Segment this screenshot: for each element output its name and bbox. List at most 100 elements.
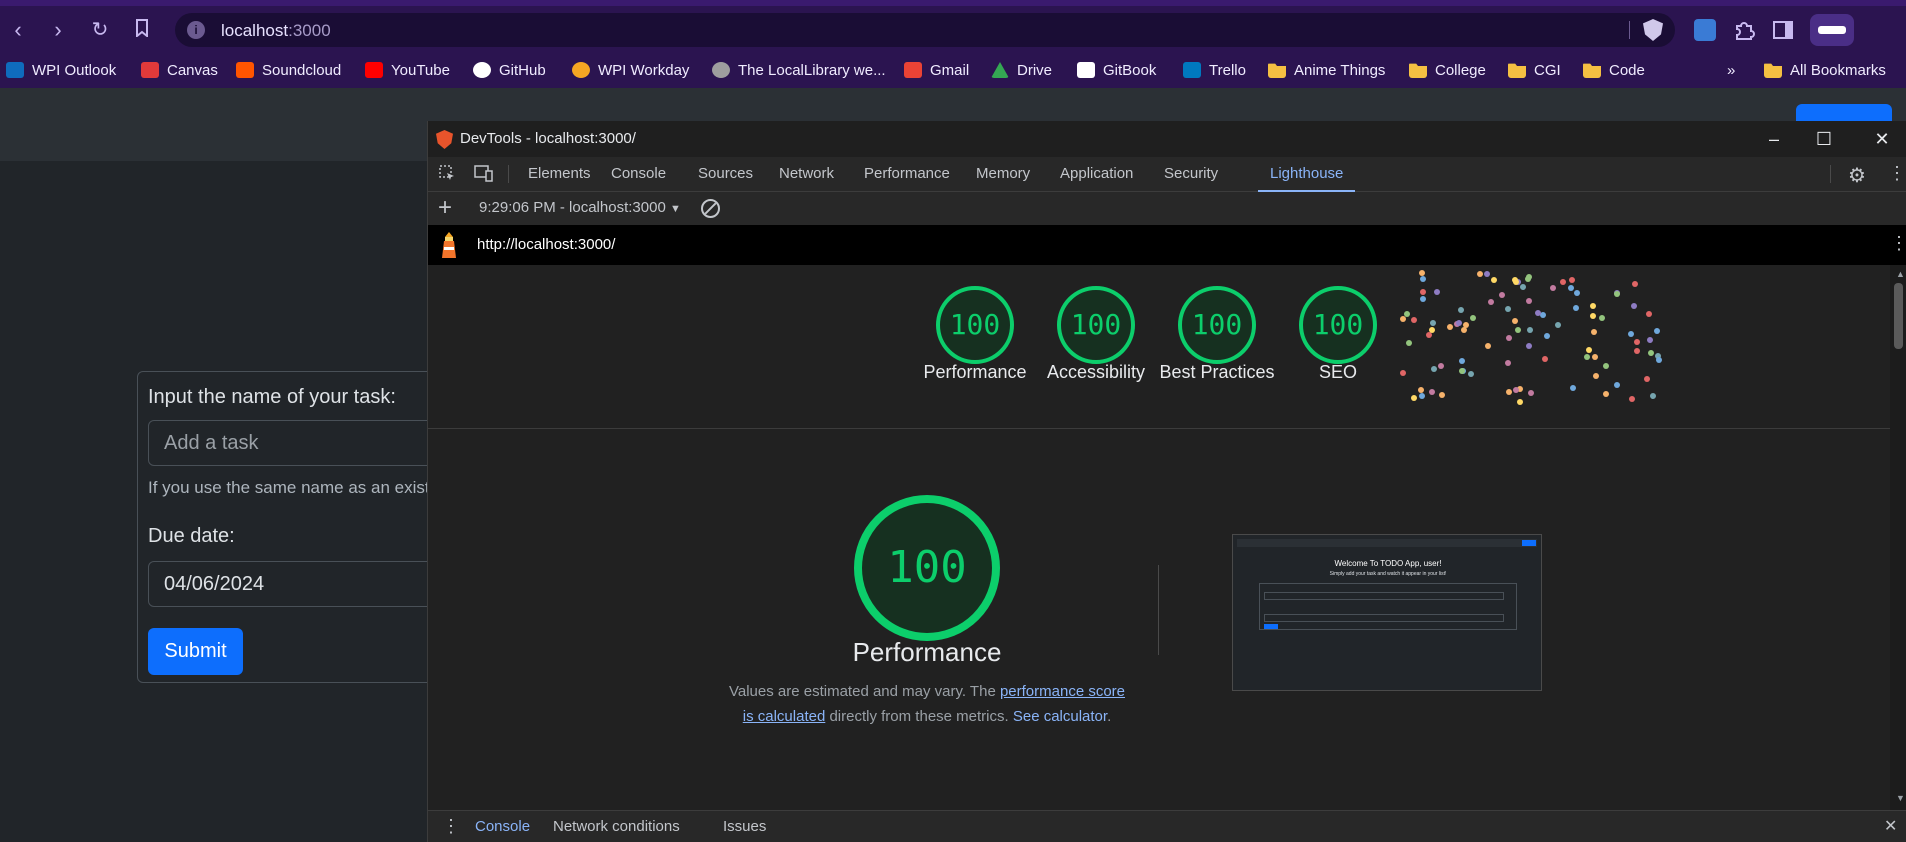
- bookmark-gitbook[interactable]: GitBook: [1077, 60, 1156, 80]
- reload-icon[interactable]: ↻: [86, 16, 114, 44]
- device-toolbar-icon[interactable]: [474, 165, 494, 182]
- back-icon[interactable]: ‹: [4, 16, 32, 44]
- confetti-dot: [1648, 349, 1655, 356]
- tab-security[interactable]: Security: [1164, 157, 1218, 190]
- maximize-icon[interactable]: ☐: [1812, 127, 1836, 151]
- address-text[interactable]: localhost:3000: [221, 21, 331, 41]
- scroll-up-icon[interactable]: ▲: [1896, 269, 1905, 279]
- brave-shields-icon[interactable]: [1643, 19, 1663, 41]
- confetti-dot: [1419, 276, 1426, 283]
- devtools-title: DevTools - localhost:3000/: [460, 130, 636, 147]
- confetti-dot: [1524, 275, 1531, 282]
- confetti-dot: [1633, 348, 1640, 355]
- confetti-dot: [1499, 292, 1506, 298]
- close-drawer-icon[interactable]: ✕: [1884, 816, 1897, 836]
- site-info-icon[interactable]: i: [187, 21, 205, 39]
- bookmark-drive[interactable]: Drive: [991, 60, 1052, 80]
- confetti-dot: [1439, 392, 1446, 399]
- tab-lighthouse[interactable]: Lighthouse: [1258, 157, 1356, 192]
- confetti-dot: [1426, 332, 1433, 338]
- see-calculator-link[interactable]: See calculator: [1013, 708, 1107, 725]
- score-gauge-seo[interactable]: 100: [1299, 286, 1377, 364]
- thumbnail-submit: [1264, 624, 1278, 629]
- confetti-dot: [1485, 342, 1492, 349]
- thumbnail-subheading: Simply add your task and watch it appear…: [1329, 571, 1447, 577]
- bookmark-folder-cgi[interactable]: CGI: [1508, 60, 1561, 80]
- bookmark-youtube[interactable]: YouTube: [365, 60, 450, 80]
- score-gauge-best-practices[interactable]: 100: [1178, 286, 1256, 364]
- youtube-icon: [365, 62, 383, 78]
- confetti-dot: [1438, 363, 1445, 370]
- score-label-best-practices: Best Practices: [1159, 362, 1275, 382]
- scroll-down-icon[interactable]: ▼: [1896, 793, 1905, 803]
- bookmark-page-icon[interactable]: [128, 16, 156, 44]
- confetti-dot: [1429, 389, 1436, 396]
- confetti-dot: [1456, 320, 1463, 327]
- confetti-dot: [1418, 386, 1425, 393]
- tab-network[interactable]: Network: [779, 157, 834, 190]
- bookmark-folder-anime[interactable]: Anime Things: [1268, 60, 1385, 80]
- final-screenshot-thumbnail[interactable]: Welcome To TODO App, user! Simply add yo…: [1232, 534, 1542, 691]
- minimize-icon[interactable]: –: [1762, 127, 1786, 151]
- puzzle-icon[interactable]: [1733, 19, 1755, 41]
- settings-gear-icon[interactable]: ⚙: [1848, 163, 1866, 188]
- confetti-dot: [1572, 305, 1579, 312]
- thumbnail-navbar: [1237, 539, 1537, 547]
- bookmark-trello[interactable]: Trello: [1183, 60, 1246, 80]
- score-gauge-performance[interactable]: 100: [936, 286, 1014, 364]
- submit-button[interactable]: Submit: [148, 628, 243, 675]
- confetti-dot: [1411, 317, 1418, 324]
- tab-performance[interactable]: Performance: [864, 157, 950, 190]
- tab-console[interactable]: Console: [611, 157, 666, 190]
- all-bookmarks-folder[interactable]: All Bookmarks: [1764, 60, 1886, 80]
- confetti-dot: [1540, 311, 1547, 318]
- confetti-dot: [1525, 298, 1532, 305]
- confetti-dot: [1567, 285, 1574, 292]
- bookmark-folder-college[interactable]: College: [1409, 60, 1486, 80]
- inspect-element-icon[interactable]: [439, 165, 456, 182]
- new-report-icon[interactable]: +: [438, 194, 452, 222]
- tab-elements[interactable]: Elements: [528, 157, 591, 190]
- sidebar-icon[interactable]: [1772, 19, 1794, 41]
- extension-icon[interactable]: [1694, 19, 1716, 41]
- thumbnail-nav-button: [1522, 540, 1536, 546]
- drawer-tab-console[interactable]: Console: [475, 818, 530, 835]
- drawer-tab-issues[interactable]: Issues: [723, 818, 766, 835]
- forward-icon[interactable]: ›: [44, 16, 72, 44]
- confetti-dot: [1399, 315, 1406, 322]
- bookmark-soundcloud[interactable]: Soundcloud: [236, 60, 341, 80]
- lighthouse-report: 100 Performance 100 Accessibility 100 Be…: [428, 265, 1890, 810]
- drawer-menu-icon[interactable]: ⋮: [442, 816, 460, 837]
- bookmark-github[interactable]: GitHub: [473, 60, 546, 80]
- folder-icon: [1764, 63, 1782, 78]
- browser-toolbar: ‹ › ↻ i localhost:3000: [0, 0, 1906, 51]
- thumbnail-form: [1259, 583, 1517, 630]
- scrollbar-thumb[interactable]: [1894, 283, 1903, 349]
- confetti-dot: [1419, 269, 1426, 276]
- report-scrollbar[interactable]: ▲ ▼: [1890, 265, 1906, 810]
- close-icon[interactable]: ✕: [1870, 127, 1894, 151]
- clear-reports-icon[interactable]: [701, 199, 720, 218]
- confetti-dot: [1598, 314, 1605, 321]
- score-gauge-accessibility[interactable]: 100: [1057, 286, 1135, 364]
- bookmark-wpi-outlook[interactable]: WPI Outlook: [6, 60, 116, 80]
- profile-button[interactable]: [1810, 14, 1854, 46]
- score-label-seo: SEO: [1318, 362, 1357, 382]
- bookmark-canvas[interactable]: Canvas: [141, 60, 218, 80]
- report-menu-icon[interactable]: ⋮: [1890, 233, 1906, 254]
- bookmark-folder-code[interactable]: Code: [1583, 60, 1645, 80]
- bookmark-locallibrary[interactable]: The LocalLibrary we...: [712, 60, 886, 80]
- report-url[interactable]: http://localhost:3000/: [477, 236, 615, 253]
- tab-memory[interactable]: Memory: [976, 157, 1030, 190]
- report-selector[interactable]: 9:29:06 PM - localhost:3000 ▼: [479, 199, 681, 216]
- tab-application[interactable]: Application: [1060, 157, 1133, 190]
- tab-sources[interactable]: Sources: [698, 157, 753, 190]
- bookmark-wpi-workday[interactable]: WPI Workday: [572, 60, 689, 80]
- address-bar[interactable]: i localhost:3000: [175, 13, 1675, 47]
- more-bookmarks-button[interactable]: »: [1727, 60, 1735, 80]
- confetti-dot: [1602, 391, 1609, 398]
- more-options-icon[interactable]: ⋮: [1888, 163, 1906, 184]
- drawer-tab-network-conditions[interactable]: Network conditions: [553, 818, 680, 835]
- bookmark-gmail[interactable]: Gmail: [904, 60, 969, 80]
- chevron-down-icon: ▼: [669, 203, 681, 215]
